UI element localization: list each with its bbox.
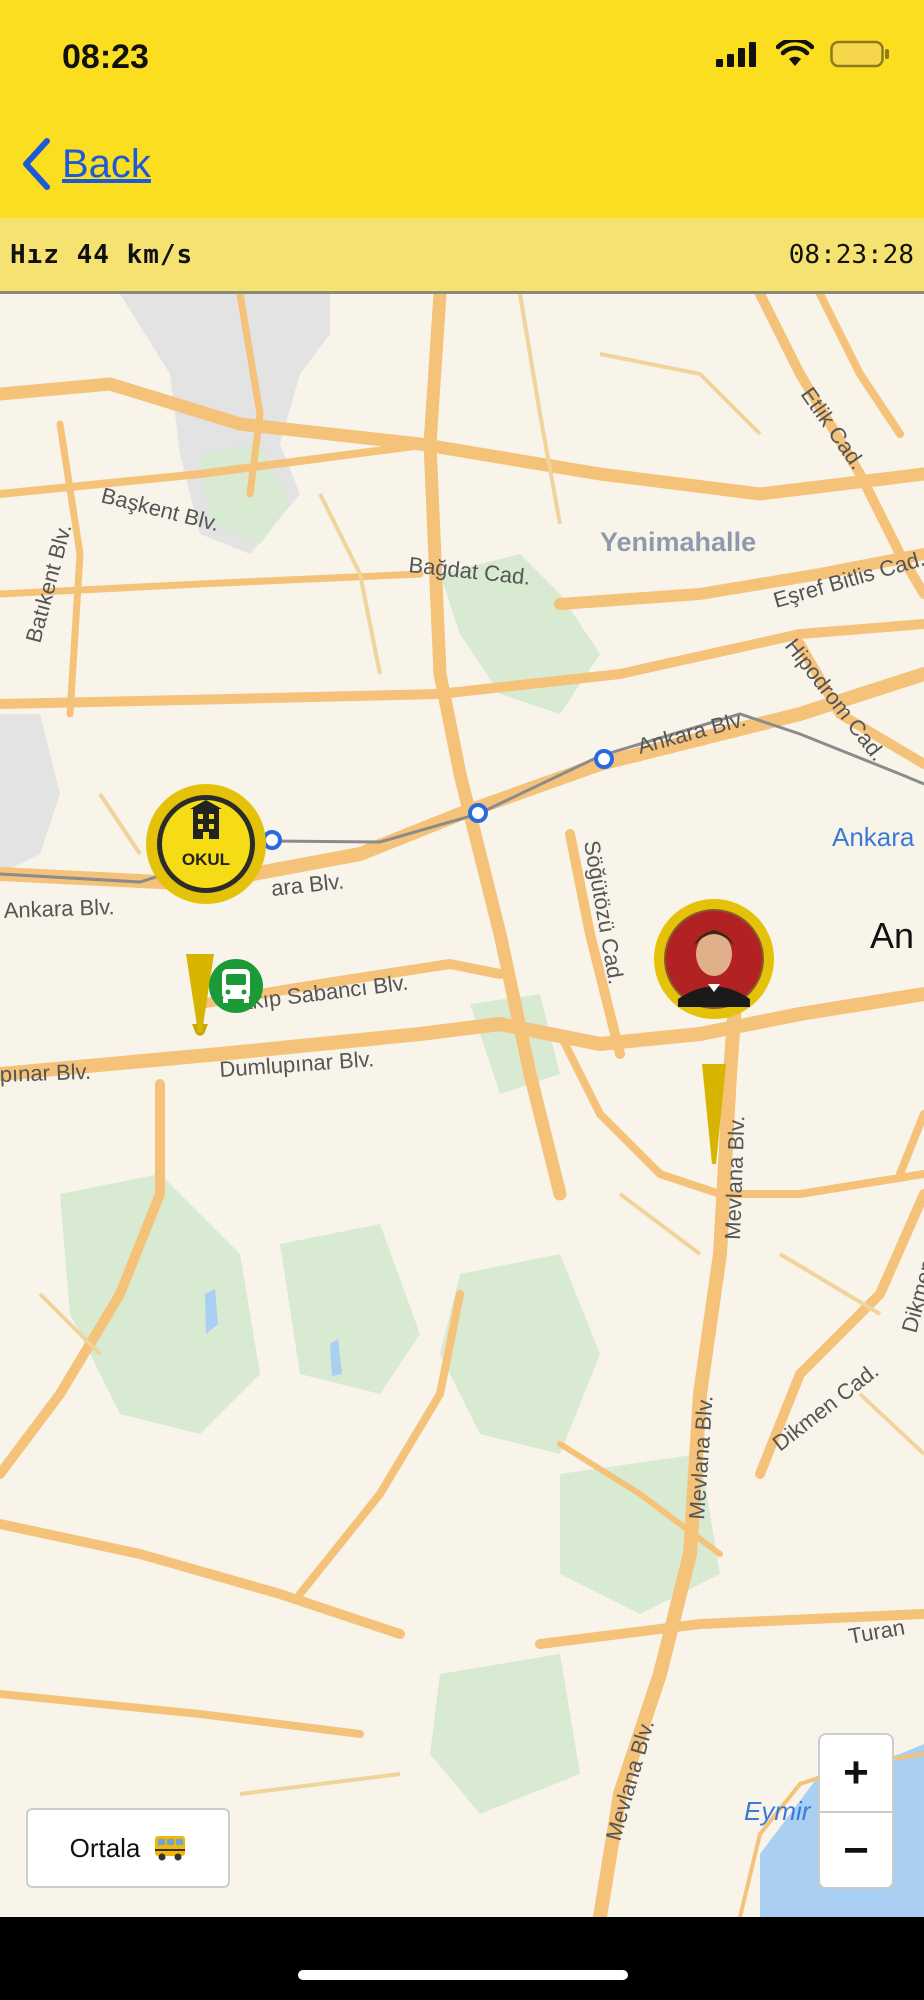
center-button-label: Ortala [69,1832,141,1863]
cellular-signal-icon [716,42,756,67]
bus-marker[interactable] [209,959,263,1013]
park-area [60,1174,260,1434]
park-area [430,1654,580,1814]
home-indicator-bar [0,1917,924,2000]
rail-station-marker [468,803,488,823]
zoom-out-button[interactable]: − [820,1813,892,1889]
road-label: Hipodrom Cad. [780,634,891,766]
wifi-icon [776,40,814,66]
chevron-left-icon [23,138,50,190]
status-time: 08:23 [62,38,149,76]
zoom-in-button[interactable]: + [820,1735,892,1813]
school-bus-icon [155,1836,186,1861]
home-indicator[interactable] [298,1970,628,1980]
road-label: Mevlana Blv. [720,1115,749,1240]
trip-info-bar: Hız 44 km/s 08:23:28 [0,218,924,294]
road-label: Mevlana Blv. [601,1717,659,1843]
road-label: pınar Blv. [0,1059,91,1087]
road-label: Mevlana Blv. [684,1395,718,1521]
map-view[interactable]: Yenimahalle Ankara An Eymir Başkent Blv.… [0,294,924,1917]
back-button[interactable]: Back [20,137,151,191]
built-area [0,714,60,874]
navigation-bar: Back [0,115,924,218]
update-time: 08:23:28 [788,240,914,270]
zoom-control: + − [818,1733,894,1889]
status-bar: 08:23 [0,0,924,115]
road-label: Batıkent Blv. [21,521,77,645]
district-label: Yenimahalle [600,527,756,557]
city-label-large: An [870,915,914,956]
center-map-button[interactable]: Ortala [26,1808,230,1888]
rail-station-marker [594,749,614,769]
school-label: OKUL [182,850,230,869]
rail-station-marker [262,830,282,850]
road-label: Etlik Cad. [796,383,870,474]
lake-label: Eymir [744,1796,812,1826]
road-label: Ankara Blv. [3,894,115,923]
park-area [280,1224,420,1394]
student-avatar [666,911,762,1007]
speed-readout: Hız 44 km/s [10,240,194,270]
map-canvas[interactable]: Yenimahalle Ankara An Eymir Başkent Blv.… [0,294,924,1917]
city-label: Ankara [832,822,915,852]
bus-icon [222,969,250,1003]
road-label: Ankara Blv. [635,706,749,759]
battery-icon [830,40,889,68]
park-area [440,1254,600,1454]
status-icons [716,40,890,68]
back-label: Back [62,141,151,186]
road-label: Dikmen [897,1257,924,1336]
